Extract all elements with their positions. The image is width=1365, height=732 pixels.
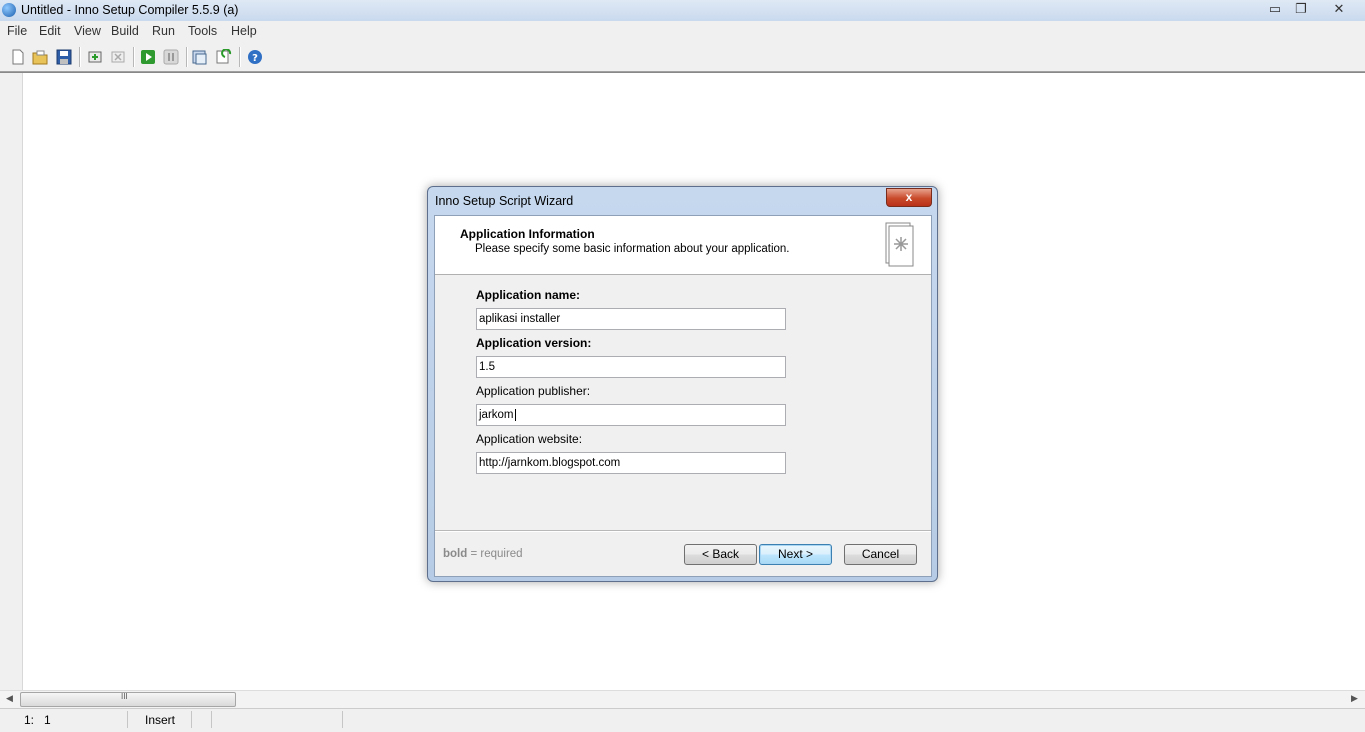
dialog-title: Inno Setup Script Wizard — [435, 194, 574, 208]
scroll-right-arrow-icon[interactable]: ▶ — [1351, 693, 1358, 704]
window-title: Untitled - Inno Setup Compiler 5.5.9 (a) — [21, 3, 239, 17]
pause-icon[interactable] — [163, 49, 179, 65]
toolbar: ? — [0, 42, 1365, 72]
inno-setup-app-icon — [2, 3, 16, 17]
required-note: bold = required — [443, 548, 523, 560]
next-button[interactable]: Next > — [759, 544, 832, 565]
required-note-bold: bold — [443, 548, 468, 560]
target-setup-icon[interactable] — [192, 49, 208, 65]
menu-build[interactable]: Build — [111, 24, 139, 38]
status-divider — [342, 711, 343, 728]
toolbar-separator — [133, 47, 135, 67]
save-icon[interactable] — [56, 49, 72, 65]
menu-bar: File Edit View Build Run Tools Help — [0, 21, 1365, 41]
app-name-input[interactable]: aplikasi installer — [476, 308, 786, 330]
dialog-close-button[interactable]: x — [886, 188, 932, 207]
cancel-button[interactable]: Cancel — [844, 544, 917, 565]
page-title: Application Information — [460, 227, 595, 241]
menu-file[interactable]: File — [7, 24, 27, 38]
app-version-label: Application version: — [476, 336, 592, 350]
toolbar-separator — [239, 47, 241, 67]
app-website-input[interactable]: http://jarnkom.blogspot.com — [476, 452, 786, 474]
help-icon[interactable]: ? — [247, 49, 263, 65]
scroll-grip-icon: III — [121, 692, 128, 701]
menu-help[interactable]: Help — [231, 24, 257, 38]
app-publisher-label: Application publisher: — [476, 384, 591, 398]
app-name-label: Application name: — [476, 288, 581, 302]
scrollbar-thumb[interactable]: III — [20, 692, 236, 707]
page-subtitle: Please specify some basic information ab… — [475, 243, 790, 255]
app-publisher-input[interactable]: jarkom — [476, 404, 786, 426]
minimize-button[interactable]: ▭ — [1262, 1, 1288, 17]
dialog-body: Application Information Please specify s… — [434, 215, 932, 577]
toolbar-separator — [186, 47, 188, 67]
wizard-header: Application Information Please specify s… — [435, 216, 931, 275]
back-button[interactable]: < Back — [684, 544, 757, 565]
wizard-document-icon — [885, 222, 914, 267]
horizontal-scrollbar[interactable]: ◀ III ▶ — [0, 690, 1365, 708]
script-wizard-dialog: Inno Setup Script Wizard x Application I… — [427, 186, 938, 582]
new-file-icon[interactable] — [10, 49, 26, 65]
menu-edit[interactable]: Edit — [39, 24, 61, 38]
status-divider — [211, 711, 212, 728]
refresh-icon[interactable] — [216, 49, 232, 65]
app-website-label: Application website: — [476, 432, 583, 446]
insert-mode: Insert — [145, 713, 176, 727]
menu-view[interactable]: View — [74, 24, 101, 38]
editor-gutter — [0, 73, 23, 691]
restore-button[interactable]: ❐ — [1288, 1, 1314, 17]
status-divider — [127, 711, 128, 728]
close-window-button[interactable]: ✕ — [1326, 1, 1352, 17]
toolbar-separator — [79, 47, 81, 67]
open-folder-icon[interactable] — [32, 49, 48, 65]
footer-separator — [435, 530, 931, 532]
status-bar: 1: 1 Insert — [0, 708, 1365, 732]
required-note-text: = required — [467, 548, 523, 560]
run-icon[interactable] — [140, 49, 156, 65]
stop-compile-icon[interactable] — [110, 49, 126, 65]
compile-icon[interactable] — [87, 49, 103, 65]
app-version-input[interactable]: 1.5 — [476, 356, 786, 378]
text-cursor — [514, 409, 516, 421]
scroll-left-arrow-icon[interactable]: ◀ — [6, 693, 13, 704]
app-publisher-value: jarkom — [479, 409, 514, 421]
status-divider — [191, 711, 192, 728]
menu-run[interactable]: Run — [152, 24, 175, 38]
cursor-position: 1: 1 — [24, 713, 51, 727]
menu-tools[interactable]: Tools — [188, 24, 217, 38]
svg-text:?: ? — [252, 53, 258, 64]
title-bar: Untitled - Inno Setup Compiler 5.5.9 (a)… — [0, 0, 1365, 21]
